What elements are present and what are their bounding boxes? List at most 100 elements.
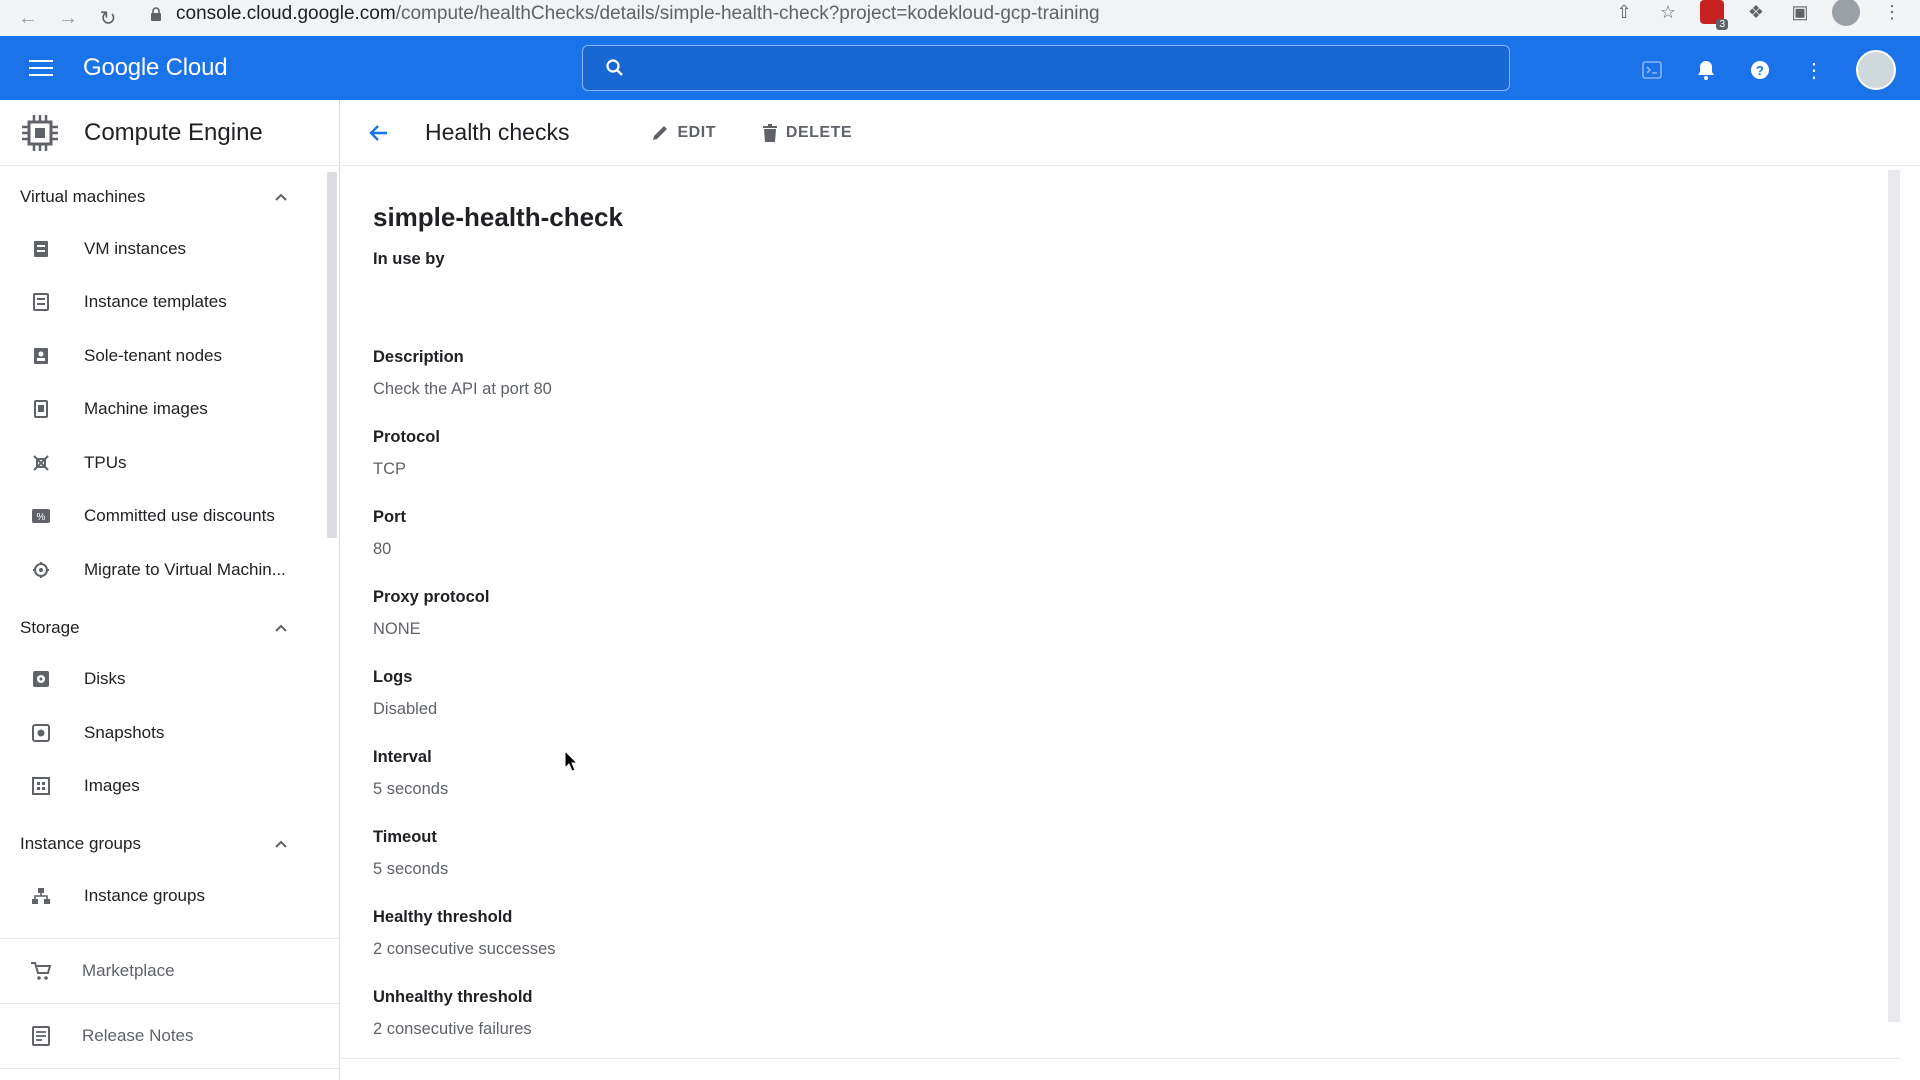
main-scrollbar[interactable] (1888, 170, 1900, 1022)
url-path: /compute/healthChecks/details/simple-hea… (395, 3, 1100, 24)
star-icon[interactable]: ☆ (1656, 0, 1680, 24)
health-check-details: simple-health-check In use by Descriptio… (373, 166, 1873, 1066)
notifications-bell-icon[interactable] (1694, 58, 1718, 82)
puzzle-icon[interactable]: ❖ (1744, 0, 1768, 24)
sidebar-item-tpus[interactable]: TPUs (0, 436, 339, 490)
hamburger-menu-icon[interactable] (29, 56, 53, 80)
google-cloud-logo[interactable]: Google Cloud (83, 54, 228, 82)
sidebar-footer: Marketplace Release Notes (0, 938, 339, 1069)
section-title: Virtual machines (20, 187, 146, 206)
browser-profile-avatar[interactable] (1832, 0, 1860, 26)
field-value-protocol: TCP (373, 460, 406, 478)
chevron-up-icon (275, 193, 287, 201)
browser-toolbar: ← → ↻ console.cloud.google.com/compute/h… (0, 0, 1920, 36)
section-title: Instance groups (20, 834, 141, 853)
sidebar: Compute Engine Virtual machines VM insta… (0, 100, 340, 1080)
sidebar-item-label: Sole-tenant nodes (84, 345, 222, 365)
url-host: console.cloud.google.com (176, 3, 396, 24)
user-avatar[interactable] (1856, 50, 1896, 90)
field-value-port: 80 (373, 540, 392, 558)
mouse-cursor-icon (564, 750, 578, 772)
arrow-back-icon (369, 124, 387, 141)
sidebar-item-label: Instance templates (84, 292, 227, 312)
sidebar-item-migrate[interactable]: Migrate to Virtual Machin... (0, 543, 339, 597)
console-topbar: Google Cloud ? ⋮ (0, 36, 1920, 100)
sidebar-item-instance-groups[interactable]: Instance groups (0, 869, 339, 923)
back-button[interactable] (365, 119, 393, 147)
forward-arrow-icon[interactable]: → (56, 6, 80, 30)
svg-text:%: % (37, 512, 46, 523)
sidebar-item-snapshots[interactable]: Snapshots (0, 706, 339, 760)
pencil-icon (653, 125, 668, 140)
delete-button[interactable]: DELETE (762, 123, 853, 142)
browser-menu-icon[interactable]: ⋮ (1880, 0, 1904, 24)
sidebar-item-disks[interactable]: Disks (0, 653, 339, 707)
health-check-name: simple-health-check (373, 202, 623, 232)
sidebar-item-label: Instance groups (84, 885, 205, 905)
field-label-description: Description (373, 348, 464, 366)
discount-icon: % (31, 506, 51, 526)
compute-engine-icon (22, 114, 58, 151)
field-value-healthy-threshold: 2 consecutive successes (373, 940, 556, 958)
sidebar-item-marketplace[interactable]: Marketplace (0, 939, 339, 1004)
sidebar-item-machine-images[interactable]: Machine images (0, 383, 339, 437)
reload-icon[interactable]: ↻ (96, 6, 120, 30)
sidebar-scrollbar[interactable] (327, 172, 337, 538)
migrate-icon (31, 560, 51, 580)
side-panel-icon[interactable]: ▣ (1788, 0, 1812, 24)
more-options-icon[interactable]: ⋮ (1802, 58, 1826, 82)
search-icon (606, 59, 623, 76)
share-icon[interactable]: ⇧ (1612, 0, 1636, 24)
field-value-timeout: 5 seconds (373, 860, 449, 878)
product-header: Compute Engine (0, 100, 339, 166)
page-title: Health checks (425, 119, 570, 145)
sidebar-item-label: Snapshots (84, 722, 165, 742)
sidebar-item-sole-tenant-nodes[interactable]: Sole-tenant nodes (0, 329, 339, 383)
section-title: Storage (20, 617, 80, 637)
images-icon (31, 776, 51, 796)
disk-icon (31, 669, 51, 689)
field-label-healthy-threshold: Healthy threshold (373, 908, 513, 926)
sidebar-item-label: VM instances (84, 238, 187, 258)
url-text: console.cloud.google.com/compute/healthC… (176, 3, 1100, 25)
in-use-by-label: In use by (373, 250, 445, 268)
field-label-protocol: Protocol (373, 428, 440, 446)
field-label-port: Port (373, 508, 406, 526)
sidebar-item-vm-instances[interactable]: VM instances (0, 222, 339, 276)
extension-badge-count: 3 (1716, 19, 1728, 30)
sidebar-item-label: TPUs (84, 452, 127, 472)
address-bar[interactable]: console.cloud.google.com/compute/healthC… (148, 0, 1678, 28)
help-icon[interactable]: ? (1748, 58, 1772, 82)
section-virtual-machines[interactable]: Virtual machines (0, 172, 339, 222)
field-label-proxy-protocol: Proxy protocol (373, 588, 490, 606)
delete-label: DELETE (785, 123, 853, 141)
field-label-interval: Interval (373, 748, 432, 766)
edit-button[interactable]: EDIT (651, 124, 715, 142)
release-notes-icon (30, 1025, 52, 1047)
sole-tenant-icon (31, 346, 51, 366)
field-value-interval: 5 seconds (373, 780, 449, 798)
search-input[interactable] (582, 45, 1510, 91)
sidebar-item-images[interactable]: Images (0, 760, 339, 814)
cloud-shell-icon[interactable] (1640, 58, 1664, 82)
field-value-unhealthy-threshold: 2 consecutive failures (373, 1020, 532, 1038)
section-instance-groups[interactable]: Instance groups (0, 819, 339, 869)
snapshot-icon (31, 723, 51, 743)
back-arrow-icon[interactable]: ← (16, 6, 40, 30)
content-divider (341, 1058, 1901, 1059)
sidebar-item-instance-templates[interactable]: Instance templates (0, 276, 339, 330)
lock-icon (151, 7, 161, 21)
field-value-logs: Disabled (373, 700, 438, 718)
instance-templates-icon (31, 292, 51, 312)
sidebar-item-release-notes[interactable]: Release Notes (0, 1004, 339, 1069)
tpu-icon (31, 453, 51, 473)
product-title: Compute Engine (84, 118, 263, 146)
field-value-proxy-protocol: NONE (373, 620, 421, 638)
sidebar-item-label: Migrate to Virtual Machin... (84, 559, 286, 579)
page-header: Health checks EDIT DELETE (341, 100, 1920, 166)
extension-icon[interactable]: 3 (1700, 0, 1728, 30)
sidebar-item-committed-use-discounts[interactable]: % Committed use discounts (0, 490, 339, 544)
field-label-unhealthy-threshold: Unhealthy threshold (373, 988, 533, 1006)
svg-text:?: ? (1756, 63, 1764, 78)
section-storage[interactable]: Storage (0, 603, 339, 653)
